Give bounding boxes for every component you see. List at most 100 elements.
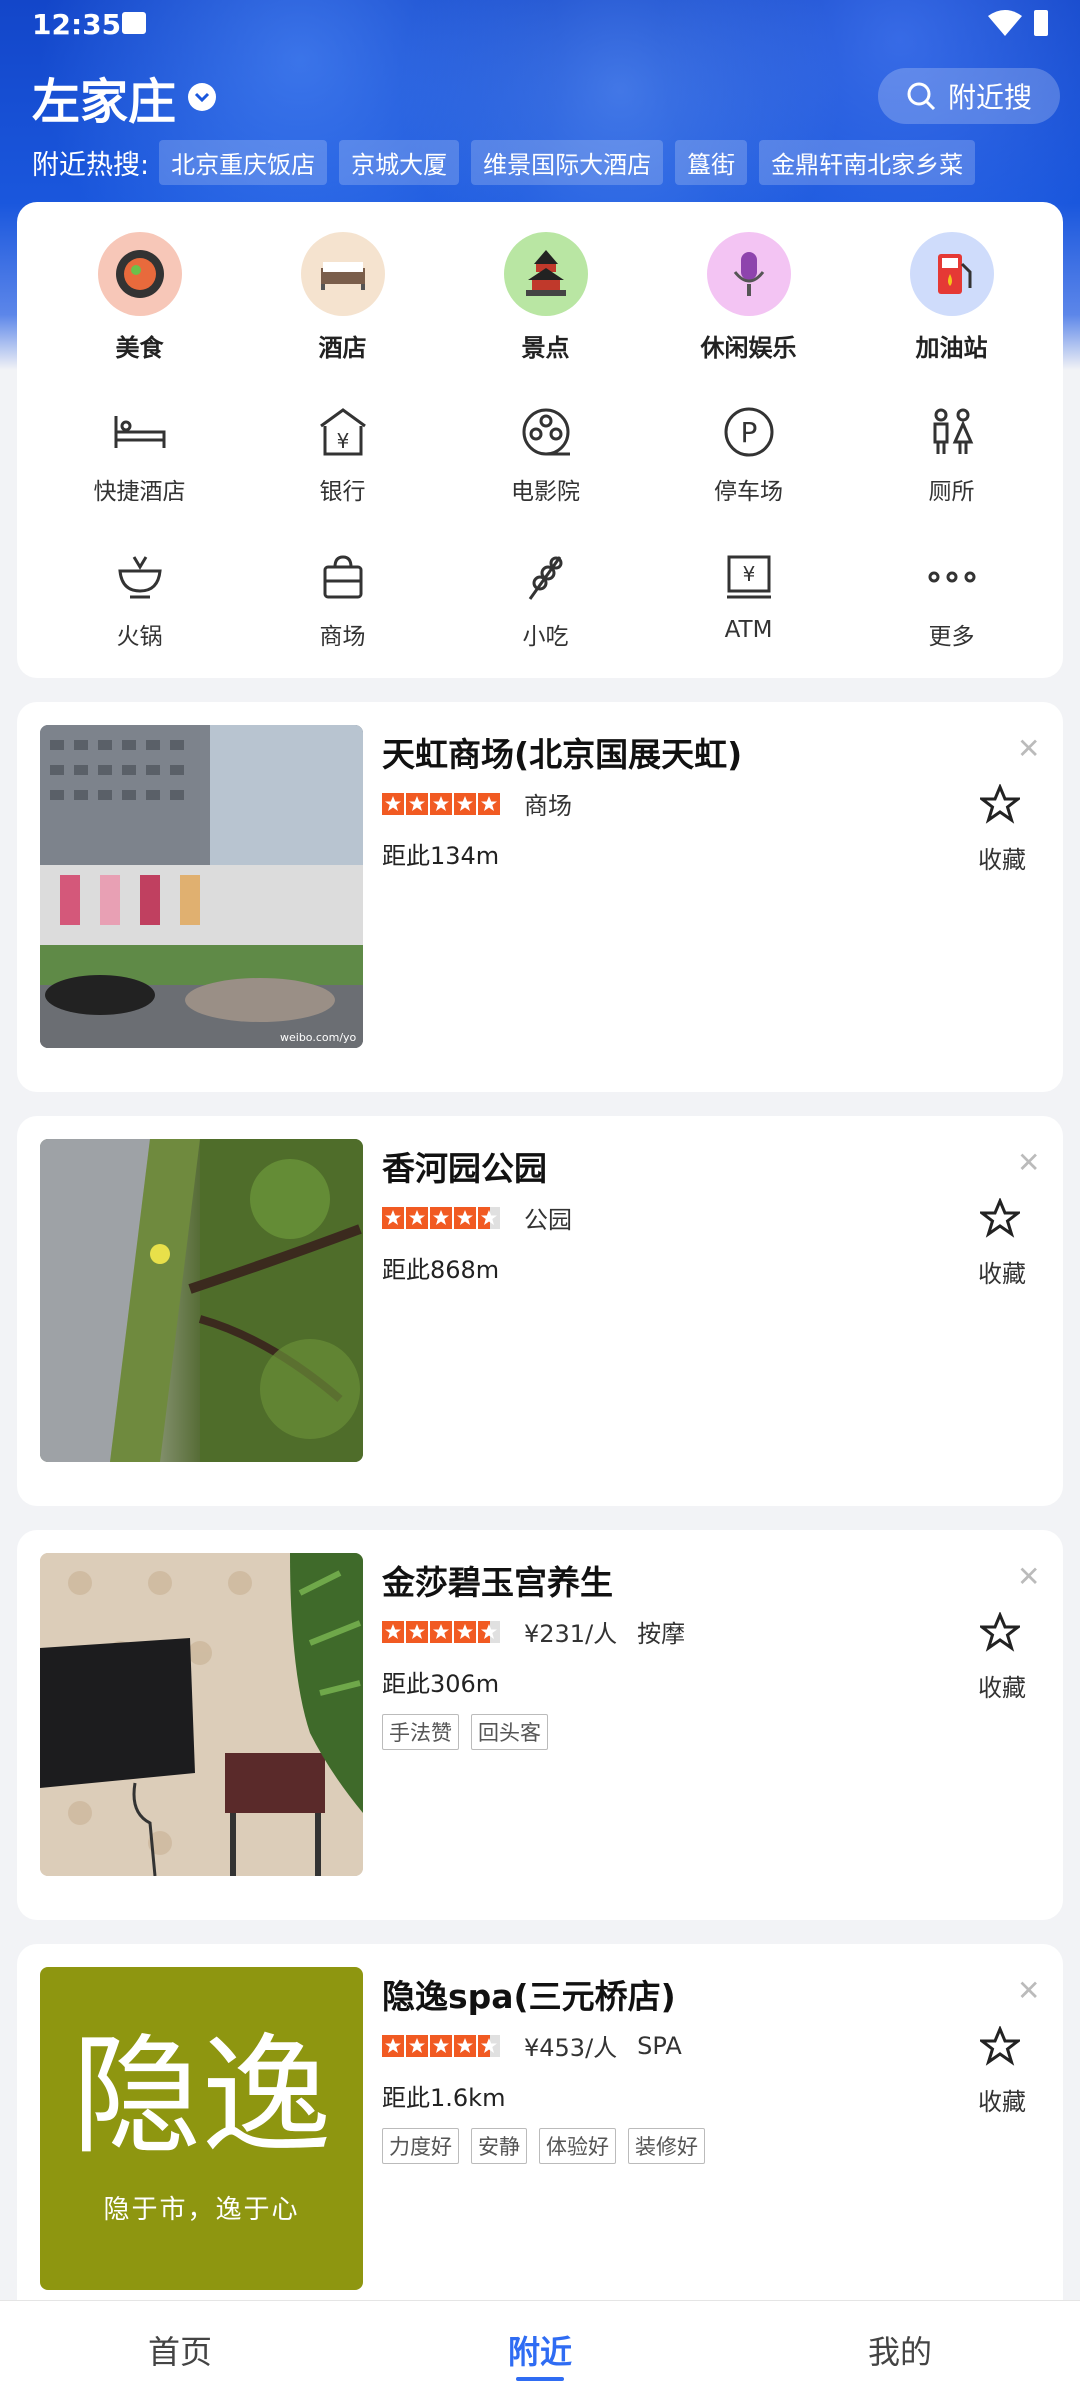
close-icon[interactable]: ✕ bbox=[1017, 1560, 1040, 1593]
hot-search-chip[interactable]: 京城大厦 bbox=[339, 139, 460, 185]
mall-icon bbox=[313, 547, 373, 607]
category-label: 电影院 bbox=[511, 479, 580, 505]
poi-tag: 装修好 bbox=[628, 2128, 705, 2164]
chevron-down-icon bbox=[188, 83, 217, 111]
poi-card[interactable]: 隐逸 隐于市，逸于心 隐逸spa(三元桥店) ¥453/人 SPA 距此1.6k… bbox=[17, 1944, 1063, 2344]
category-atm[interactable]: ¥ ATM bbox=[647, 547, 850, 651]
category-label: 酒店 bbox=[318, 334, 367, 362]
search-icon bbox=[907, 82, 936, 111]
poi-distance: 距此868m bbox=[382, 1256, 500, 1284]
category-gas-station[interactable]: 加油站 bbox=[850, 232, 1053, 363]
nav-mine[interactable]: 我的 bbox=[720, 2301, 1080, 2401]
category-restroom[interactable]: 厕所 bbox=[850, 402, 1053, 506]
budget-hotel-icon bbox=[110, 402, 170, 462]
category-more[interactable]: 更多 bbox=[850, 547, 1053, 651]
entertainment-icon bbox=[706, 232, 791, 316]
poi-card[interactable]: weibo.com/yo 天虹商场(北京国展天虹) 商场 距此134m ✕ 收藏 bbox=[17, 702, 1063, 1092]
poi-name: 金莎碧玉宫养生 bbox=[382, 1563, 613, 1602]
poi-category: 商场 bbox=[524, 792, 572, 820]
category-budget-hotel[interactable]: 快捷酒店 bbox=[38, 402, 241, 506]
poi-card[interactable]: 金莎碧玉宫养生 ¥231/人 按摩 距此306m 手法赞 回头客 ✕ 收藏 bbox=[17, 1530, 1063, 1920]
svg-text:¥: ¥ bbox=[336, 429, 349, 453]
category-parking[interactable]: P 停车场 bbox=[647, 402, 850, 506]
poi-tags: 手法赞 回头客 bbox=[382, 1714, 560, 1750]
category-label: 美食 bbox=[115, 334, 164, 362]
favorite-label[interactable]: 收藏 bbox=[978, 840, 1026, 875]
poi-price: ¥453/人 bbox=[524, 2034, 618, 2062]
more-icon bbox=[922, 547, 982, 607]
logo-text: 隐逸 bbox=[71, 2020, 332, 2172]
close-icon[interactable]: ✕ bbox=[1017, 1974, 1040, 2007]
food-icon bbox=[97, 232, 182, 316]
star-icon[interactable] bbox=[980, 784, 1020, 824]
hot-search-label: 附近热搜: bbox=[32, 149, 150, 181]
svg-text:P: P bbox=[740, 416, 757, 449]
favorite-label[interactable]: 收藏 bbox=[978, 1254, 1026, 1289]
category-scenic[interactable]: 景点 bbox=[444, 232, 647, 363]
category-label: 银行 bbox=[319, 479, 366, 505]
category-hotpot[interactable]: 火锅 bbox=[38, 547, 241, 651]
hot-search-chip[interactable]: 金鼎轩南北家乡菜 bbox=[759, 139, 976, 185]
close-icon[interactable]: ✕ bbox=[1017, 1146, 1040, 1179]
battery-icon bbox=[1034, 10, 1048, 36]
image-watermark: weibo.com/yo bbox=[280, 1031, 357, 1044]
close-icon[interactable]: ✕ bbox=[1017, 732, 1040, 765]
nav-home[interactable]: 首页 bbox=[0, 2301, 360, 2401]
nav-nearby[interactable]: 附近 bbox=[360, 2301, 720, 2401]
poi-meta: ¥453/人 SPA bbox=[382, 2028, 682, 2063]
category-label: 景点 bbox=[521, 334, 570, 362]
category-bank[interactable]: ¥ 银行 bbox=[241, 402, 444, 506]
poi-category: SPA bbox=[637, 2031, 682, 2060]
hot-search-chip[interactable]: 维景国际大酒店 bbox=[471, 139, 664, 185]
star-icon[interactable] bbox=[980, 2026, 1020, 2066]
poi-name: 香河园公园 bbox=[382, 1149, 547, 1188]
rating-stars bbox=[382, 1620, 502, 1643]
nearby-search-button[interactable]: 附近搜 bbox=[878, 68, 1060, 124]
category-card: 美食 酒店 景点 休闲娱乐 加油站 快捷酒店 ¥ 银行 电影院 P 停车场 厕所… bbox=[17, 202, 1063, 678]
hotel-icon bbox=[300, 232, 385, 316]
category-hotel[interactable]: 酒店 bbox=[241, 232, 444, 363]
nav-label: 首页 bbox=[147, 2333, 212, 2371]
category-label: 商场 bbox=[319, 624, 366, 650]
svg-text:¥: ¥ bbox=[742, 562, 755, 586]
poi-card[interactable]: 香河园公园 公园 距此868m ✕ 收藏 bbox=[17, 1116, 1063, 1506]
category-entertainment[interactable]: 休闲娱乐 bbox=[647, 232, 850, 363]
star-icon[interactable] bbox=[980, 1198, 1020, 1238]
nav-label: 我的 bbox=[867, 2333, 932, 2371]
poi-meta: 商场 bbox=[382, 786, 572, 821]
category-cinema[interactable]: 电影院 bbox=[444, 402, 647, 506]
poi-tags: 力度好 安静 体验好 装修好 bbox=[382, 2128, 717, 2164]
hot-search-chip[interactable]: 北京重庆饭店 bbox=[159, 139, 328, 185]
favorite-label[interactable]: 收藏 bbox=[978, 2082, 1026, 2117]
poi-tag: 手法赞 bbox=[382, 1714, 459, 1750]
poi-category: 按摩 bbox=[637, 1620, 686, 1648]
gas-station-icon bbox=[909, 232, 994, 316]
category-label: 小吃 bbox=[522, 624, 569, 650]
location-name: 左家庄 bbox=[32, 74, 177, 130]
category-label: 厕所 bbox=[928, 479, 975, 505]
favorite-label[interactable]: 收藏 bbox=[978, 1668, 1026, 1703]
poi-logo: 隐逸 隐于市，逸于心 bbox=[40, 1967, 363, 2290]
scenic-icon bbox=[503, 232, 588, 316]
nav-label: 附近 bbox=[507, 2333, 572, 2371]
star-icon[interactable] bbox=[980, 1612, 1020, 1652]
category-food[interactable]: 美食 bbox=[38, 232, 241, 363]
location-selector[interactable]: 左家庄 bbox=[32, 62, 217, 132]
hotpot-icon bbox=[110, 547, 170, 607]
category-mall[interactable]: 商场 bbox=[241, 547, 444, 651]
poi-meta: 公园 bbox=[382, 1200, 572, 1235]
category-snack[interactable]: 小吃 bbox=[444, 547, 647, 651]
poi-photo bbox=[40, 1139, 363, 1462]
category-label: 火锅 bbox=[116, 624, 163, 650]
rating-stars bbox=[382, 792, 502, 815]
atm-icon: ¥ bbox=[719, 547, 779, 607]
hot-search-chip[interactable]: 簋街 bbox=[675, 139, 748, 185]
cinema-icon bbox=[516, 402, 576, 462]
category-label: 停车场 bbox=[714, 479, 783, 505]
poi-tag: 力度好 bbox=[382, 2128, 459, 2164]
snack-icon bbox=[516, 547, 576, 607]
category-label: 快捷酒店 bbox=[93, 479, 186, 505]
category-label: 加油站 bbox=[915, 334, 988, 362]
poi-tag: 回头客 bbox=[471, 1714, 548, 1750]
poi-distance: 距此134m bbox=[382, 842, 500, 870]
